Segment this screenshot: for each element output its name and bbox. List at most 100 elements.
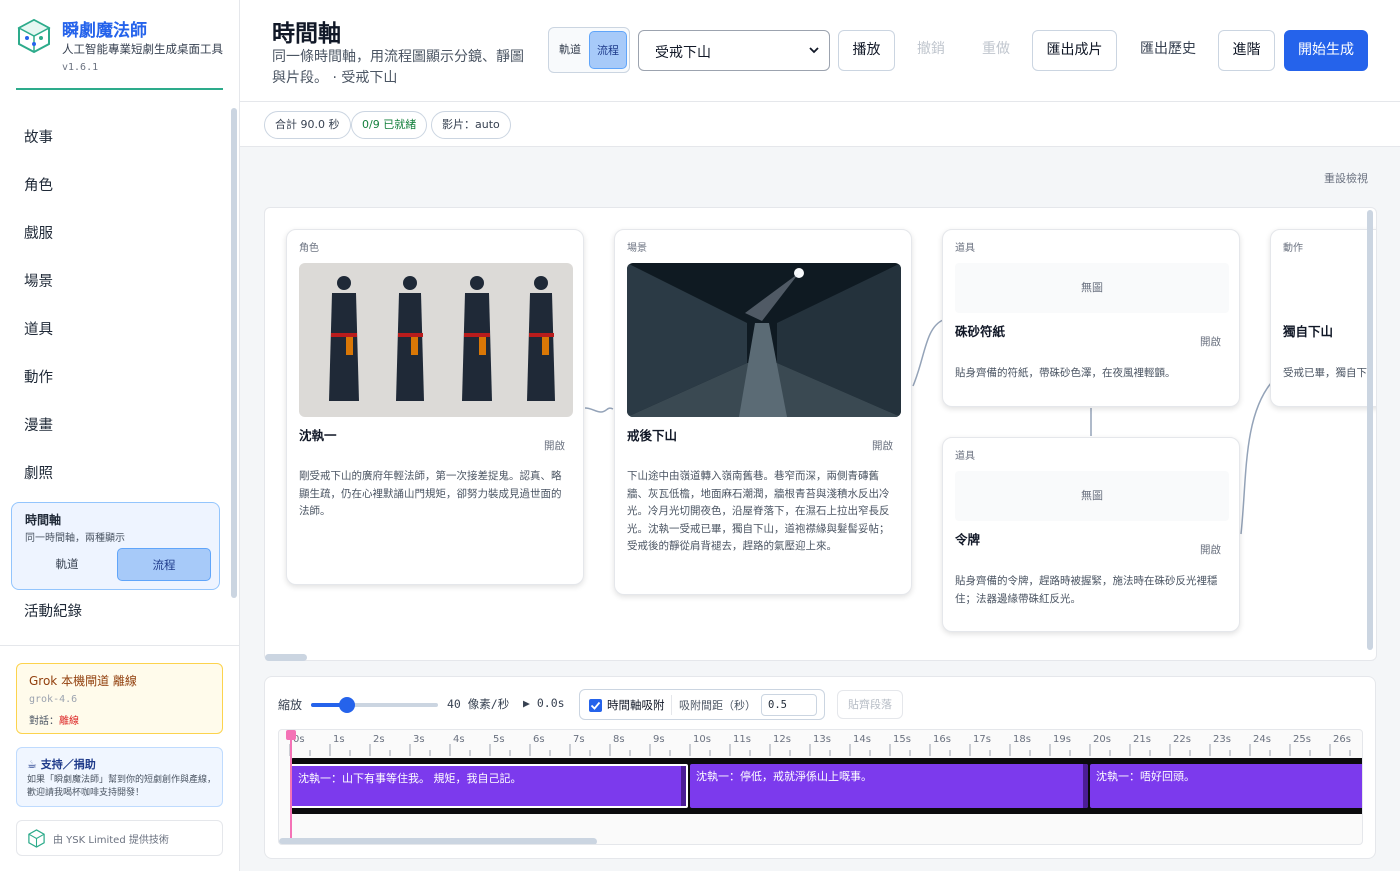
ruler-tick-label: 6s	[533, 734, 545, 745]
stats-bar: 合計 90.0 秒 0/9 已就緒 影片：auto	[240, 102, 1400, 147]
flow-node-prop-talisman[interactable]: 道具 無圖 硃砂符紙 開啟 貼身齊備的符紙，帶硃砂色澤，在夜風裡輕顫。	[942, 229, 1240, 407]
export-history-button[interactable]: 匯出歷史	[1126, 30, 1210, 71]
start-generate-button[interactable]: 開始生成	[1284, 30, 1368, 71]
node-type-label: 角色	[299, 243, 319, 254]
node-type-label: 道具	[955, 451, 975, 462]
flow-node-action[interactable]: 動作 獨自下山 受戒已畢，獨自下	[1270, 229, 1376, 407]
support-card[interactable]: ☕ 支持／捐助 如果「瞬劇魔法師」幫到你的短劇創作與產線，歡迎請我喝杯咖啡支持開…	[16, 747, 223, 807]
ruler-tick-label: 7s	[573, 734, 585, 745]
scene-select-value: 受戒下山	[655, 45, 711, 61]
sidebar-item-timeline-subtitle: 同一時間軸，兩種顯示	[25, 533, 125, 544]
node-description: 下山途中由嶺道轉入嶺南舊巷。巷窄而深，兩側青磚舊牆、灰瓦低檐，地面麻石潮潤，牆根…	[627, 470, 890, 552]
brand-header: 瞬劇魔法師 人工智能專業短劇生成桌面工具 v1.6.1	[16, 14, 223, 90]
timeline-horizontal-scrollbar[interactable]	[279, 838, 597, 844]
playhead[interactable]	[290, 730, 292, 844]
ruler-tick-label: 12s	[773, 734, 791, 745]
support-text: 如果「瞬劇魔法師」幫到你的短劇創作與產線，歡迎請我喝杯咖啡支持開發！	[27, 775, 217, 798]
ruler-tick-label: 26s	[1333, 734, 1351, 745]
snap-segments-button[interactable]: 貼齊段落	[837, 690, 903, 719]
credit-text: 由 YSK Limited 提供技術	[53, 835, 169, 846]
flow-canvas[interactable]: 角色 沈執一 開啟 剛受戒下山的廣府年輕法師，第一次接差捉鬼。認真、略顯生疏，仍…	[264, 207, 1377, 661]
node-open-link[interactable]: 開啟	[1200, 334, 1221, 349]
timeline-panel: 縮放 40 像素/秒 ▶ 0.0s 時間軸吸附 吸附間距（秒） 0.5 貼齊段落…	[264, 676, 1376, 859]
scene-select[interactable]: 受戒下山	[638, 30, 830, 71]
sidebar-item-comics[interactable]: 漫畫	[0, 402, 240, 450]
ruler-tick-label: 9s	[653, 734, 665, 745]
timeline-clip-text: 沈執一：山下有事等住我。 規矩，我自己記。	[298, 772, 522, 785]
sidebar-flow-view-button[interactable]: 流程	[117, 548, 211, 581]
chevron-down-icon	[809, 47, 819, 54]
sidebar-item-activity-log[interactable]: 活動紀錄	[0, 588, 240, 636]
snap-checkbox[interactable]	[589, 699, 602, 712]
node-open-link[interactable]: 開啟	[544, 438, 565, 453]
track-mode-button[interactable]: 軌道	[552, 31, 588, 69]
node-open-link[interactable]: 開啟	[1200, 542, 1221, 557]
flow-mode-button[interactable]: 流程	[589, 31, 627, 69]
flow-node-prop-token[interactable]: 道具 無圖 令牌 開啟 貼身齊備的令牌，趕路時被握緊，施法時在硃砂反光裡穩住；法…	[942, 437, 1240, 632]
flow-horizontal-scrollbar[interactable]	[265, 654, 307, 661]
sidebar-item-actions[interactable]: 動作	[0, 354, 240, 402]
timeline-clip-text: 沈執一：唔好回頭。	[1096, 770, 1195, 783]
zoom-slider[interactable]	[311, 697, 438, 713]
sidebar-item-costumes[interactable]: 戲服	[0, 210, 240, 258]
sidebar-nav: 故事 角色 戲服 場景 道具 動作 漫畫 劇照	[0, 114, 240, 498]
flow-node-character[interactable]: 角色 沈執一 開啟 剛受戒下山的廣府年輕法師，第一次接差捉鬼。認真、略顯生疏，仍…	[286, 229, 584, 585]
node-open-link[interactable]: 開啟	[872, 438, 893, 453]
view-mode-switch: 軌道 流程	[548, 27, 630, 73]
sidebar-item-story[interactable]: 故事	[0, 114, 240, 162]
credit-card[interactable]: 由 YSK Limited 提供技術	[16, 820, 223, 856]
sidebar-item-props[interactable]: 道具	[0, 306, 240, 354]
sidebar-item-characters[interactable]: 角色	[0, 162, 240, 210]
flow-vertical-scrollbar[interactable]	[1367, 210, 1373, 650]
zoom-label: 縮放	[278, 698, 303, 712]
ready-count-badge: 0/9 已就緒	[351, 111, 428, 139]
advanced-button[interactable]: 進階	[1218, 30, 1275, 71]
timeline-ruler-area[interactable]: 0s 1s 2s 3s 4s 5s 6s 7s 8s 9s 10s 11s 12s 13s 14s 15s 16…	[278, 729, 1363, 845]
node-name: 硃砂符紙	[955, 324, 1006, 339]
support-title: ☕ 支持／捐助	[27, 758, 96, 771]
timeline-clip[interactable]: 沈執一：唔好回頭。	[1090, 764, 1362, 808]
cube-logo-icon	[17, 18, 51, 54]
ruler-tick-label: 14s	[853, 734, 871, 745]
ruler-tick-label: 16s	[933, 734, 951, 745]
node-name: 沈執一	[299, 428, 337, 443]
grok-status-title: Grok 本機閘道 離線	[29, 674, 137, 688]
ruler-tick-label: 22s	[1173, 734, 1191, 745]
app-subtitle: 人工智能專業短劇生成桌面工具	[62, 42, 223, 56]
zoom-slider-knob[interactable]	[338, 697, 355, 713]
ruler-tick-label: 23s	[1213, 734, 1231, 745]
timeline-clip-text: 沈執一：停低，戒就淨係山上嘅事。	[696, 770, 872, 783]
video-mode-badge: 影片：auto	[431, 111, 511, 139]
node-description: 剛受戒下山的廣府年輕法師，第一次接差捉鬼。認真、略顯生疏，仍在心裡默誦山門規矩，…	[299, 470, 562, 517]
play-button[interactable]: 播放	[838, 30, 895, 71]
ruler-tick-label: 25s	[1293, 734, 1311, 745]
node-name: 獨自下山	[1283, 324, 1334, 339]
ruler-tick-label: 10s	[693, 734, 711, 745]
page-title: 時間軸	[272, 21, 341, 47]
sidebar-item-timeline[interactable]: 時間軸 同一時間軸，兩種顯示 軌道 流程	[11, 502, 220, 590]
app-title: 瞬劇魔法師	[62, 21, 147, 41]
no-image-placeholder: 無圖	[955, 263, 1229, 313]
total-duration-badge: 合計 90.0 秒	[264, 111, 351, 139]
grok-model-name: grok-4.6	[29, 694, 78, 705]
ruler-tick-label: 8s	[613, 734, 625, 745]
sidebar-item-scenes[interactable]: 場景	[0, 258, 240, 306]
timeline-ruler: 0s 1s 2s 3s 4s 5s 6s 7s 8s 9s 10s 11s 12s 13s 14s 15s 16…	[289, 734, 1351, 756]
clip-resize-handle[interactable]	[681, 766, 686, 806]
snap-gap-input[interactable]: 0.5	[761, 694, 817, 716]
clip-resize-handle[interactable]	[1083, 764, 1088, 808]
sidebar-scrollbar[interactable]	[231, 108, 237, 598]
character-image	[299, 263, 573, 417]
flow-node-scene[interactable]: 場景 戒後下山 開啟 下山途中由嶺道轉入嶺南舊巷。巷窄而深，兩側青磚舊牆、灰瓦低…	[614, 229, 912, 595]
redo-button[interactable]: 重做	[970, 30, 1022, 71]
timeline-clip[interactable]: 沈執一：停低，戒就淨係山上嘅事。	[690, 764, 1088, 808]
timeline-clip[interactable]: 沈執一：山下有事等住我。 規矩，我自己記。	[290, 764, 688, 808]
sidebar-track-view-button[interactable]: 軌道	[20, 548, 114, 581]
undo-button[interactable]: 撤銷	[905, 30, 957, 71]
sidebar-item-stills[interactable]: 劇照	[0, 450, 240, 498]
playhead-handle[interactable]	[286, 730, 296, 740]
export-film-button[interactable]: 匯出成片	[1032, 30, 1117, 71]
ruler-tick-label: 21s	[1133, 734, 1151, 745]
ruler-tick-label: 18s	[1013, 734, 1031, 745]
reset-view-button[interactable]: 重設檢視	[1324, 170, 1368, 186]
